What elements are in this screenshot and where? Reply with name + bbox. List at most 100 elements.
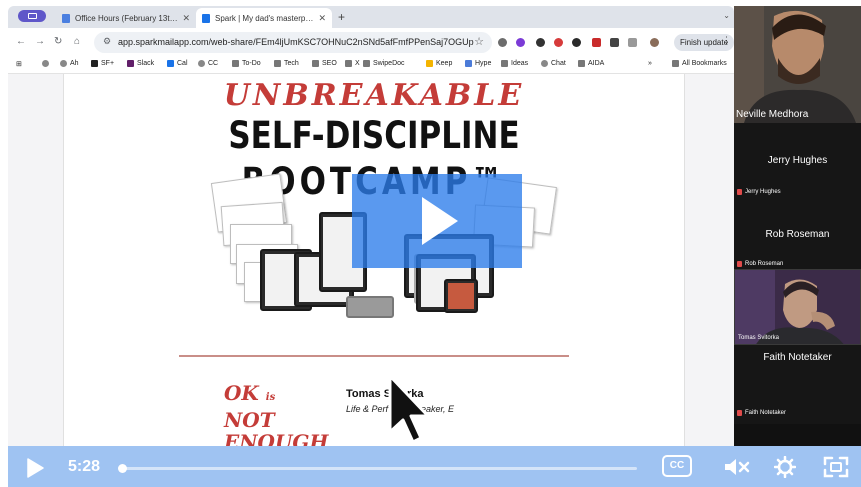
participant-name-small: Faith Notetaker (737, 410, 786, 416)
extension-icon[interactable] (610, 38, 619, 47)
gear-icon[interactable] (774, 456, 796, 478)
tab-group-pill[interactable] (18, 10, 46, 22)
bookmark-item[interactable]: To-Do (232, 60, 261, 67)
logo-enough: ENOUGH (224, 430, 329, 446)
play-icon[interactable] (26, 458, 44, 478)
spark-icon (202, 13, 210, 23)
bookmark-label: Keep (436, 60, 453, 67)
mouse-cursor-icon (388, 374, 430, 444)
bookmark-item[interactable]: AIDA (578, 60, 604, 67)
address-input[interactable]: ⚙ app.sparkmailapp.com/web-share/FEm4ljU… (94, 32, 492, 53)
name-text: Rob Roseman (745, 261, 784, 267)
address-bar-row: ← → ↻ ⌂ ⚙ app.sparkmailapp.com/web-share… (8, 28, 734, 56)
puzzle-icon[interactable] (628, 38, 637, 47)
forward-icon[interactable]: → (35, 36, 45, 47)
progress-slider[interactable] (118, 464, 637, 473)
extension-icon[interactable] (516, 38, 525, 47)
bookmark-item[interactable]: Tech (274, 60, 299, 67)
playback-time: 5:28 (68, 458, 101, 475)
extension-icon[interactable] (536, 38, 545, 47)
participant-tile[interactable]: Jerry Hughes Jerry Hughes (734, 123, 861, 199)
fullscreen-icon[interactable] (823, 456, 849, 478)
extension-icon[interactable] (498, 38, 507, 47)
globe-icon (42, 60, 49, 67)
participant-name-small: Jerry Hughes (737, 189, 781, 195)
name-text: Faith Notetaker (745, 410, 787, 416)
home-icon[interactable]: ⌂ (74, 36, 80, 47)
bookmark-item[interactable]: Keep (426, 60, 452, 67)
bookmark-item[interactable]: SEO (312, 60, 337, 67)
reload-icon[interactable]: ↻ (54, 36, 62, 47)
bookmark-item[interactable]: Ah (60, 60, 79, 67)
close-icon[interactable]: ✕ (182, 13, 190, 24)
bookmark-item[interactable]: SF+ (91, 60, 114, 67)
bookmark-item[interactable]: CC (198, 60, 218, 67)
participant-name-large: Jerry Hughes (767, 155, 828, 166)
chevron-down-icon[interactable]: ⌄ (723, 11, 730, 20)
captions-button[interactable]: CC (662, 455, 692, 477)
bookmark-label: Ideas (511, 60, 529, 67)
volume-muted-icon[interactable] (724, 458, 750, 476)
extension-icon[interactable] (572, 38, 581, 47)
bookmark-globe[interactable] (42, 60, 52, 67)
tab-office-hours[interactable]: Office Hours (February 13th, 2025) ✕ (56, 8, 196, 28)
apps-icon[interactable]: ⊞ (16, 60, 22, 68)
progress-thumb[interactable] (118, 464, 127, 473)
tab-spark[interactable]: Spark | My dad's masterpiece ✕ (196, 8, 332, 28)
bookmark-label: SEO (322, 60, 337, 67)
participant-tile-video[interactable]: Tomas Svitorka (734, 269, 861, 345)
bookmark-label: Chat (551, 60, 566, 67)
url-text: app.sparkmailapp.com/web-share/FEm4ljUmK… (118, 37, 474, 47)
bookmark-item[interactable]: SwipeDoc (363, 60, 405, 67)
participant-video (734, 6, 861, 123)
bookmark-item[interactable]: Chat (541, 60, 566, 67)
participant-tile[interactable]: Rob Roseman Rob Roseman (734, 199, 861, 271)
bookmark-item[interactable]: X (345, 60, 360, 67)
mic-muted-icon (737, 189, 742, 195)
vivaldi-icon[interactable] (592, 38, 601, 47)
close-icon[interactable]: ✕ (318, 13, 326, 24)
calendar-icon (167, 60, 174, 67)
bookmark-label: Tech (284, 60, 299, 67)
bookmark-item[interactable]: Slack (127, 60, 154, 67)
docs-icon (62, 13, 70, 23)
slack-icon (127, 60, 134, 67)
bookmark-item[interactable]: Cal (167, 60, 188, 67)
participant-name: Neville Medhora (736, 109, 809, 120)
site-settings-icon[interactable]: ⚙ (103, 36, 111, 47)
play-button-overlay[interactable] (352, 174, 522, 268)
bookmark-item[interactable]: Ideas (501, 60, 528, 67)
logo-ok: OK (224, 381, 259, 405)
folder-icon (363, 60, 370, 67)
bookmark-favicon (91, 60, 98, 67)
bookmark-item[interactable]: Hype (465, 60, 491, 67)
record-icon[interactable] (554, 38, 563, 47)
play-icon (422, 197, 458, 245)
participant-video (735, 270, 860, 344)
all-bookmarks-label: All Bookmarks (682, 60, 727, 67)
bookmark-label: SwipeDoc (373, 60, 405, 67)
ok-is-not-enough-logo: OK is NOT ENOUGH (224, 381, 328, 446)
bookmark-label: SF+ (101, 60, 115, 67)
back-icon[interactable]: ← (16, 36, 26, 47)
avatar[interactable] (650, 38, 659, 47)
bookmark-label: X (355, 60, 360, 67)
participant-tile-video[interactable]: Neville Medhora (734, 6, 861, 123)
menu-icon[interactable]: ⋮ (722, 35, 731, 46)
tab-label: Spark | My dad's masterpiece (215, 13, 315, 23)
all-bookmarks[interactable]: All Bookmarks (672, 60, 727, 67)
folder-icon (672, 60, 679, 67)
name-text: Jerry Hughes (745, 189, 781, 195)
folder-icon (345, 60, 352, 67)
globe-icon (198, 60, 205, 67)
video-control-bar: 5:28 CC (8, 446, 861, 487)
logo-is: is (265, 392, 276, 403)
tab-label: Office Hours (February 13th, 2025) (75, 13, 178, 23)
new-tab-button[interactable]: + (338, 10, 345, 24)
bookmark-star-icon[interactable]: ☆ (474, 35, 484, 48)
section-divider (179, 355, 569, 357)
folder-icon (501, 60, 508, 67)
overflow-chevron-icon[interactable]: » (648, 60, 652, 67)
screen-root: Office Hours (February 13th, 2025) ✕ Spa… (0, 0, 861, 487)
participant-tile[interactable]: Faith Notetaker Faith Notetaker (734, 345, 861, 424)
